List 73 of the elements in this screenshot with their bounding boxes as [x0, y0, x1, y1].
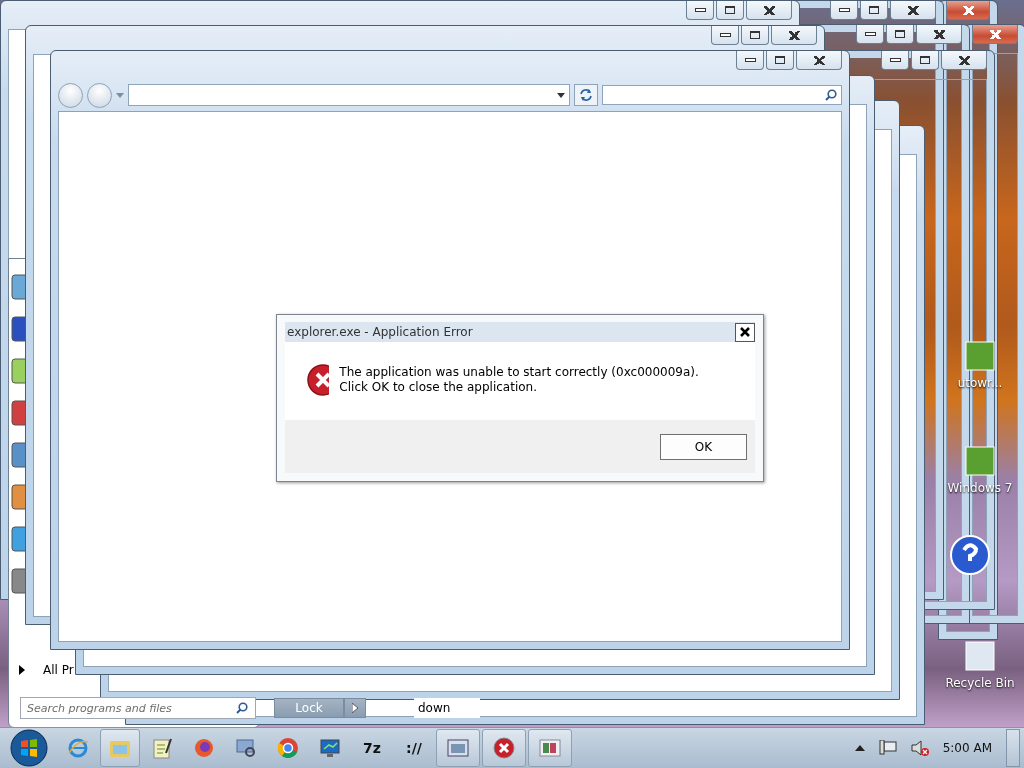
error-icon: [307, 364, 330, 396]
clock[interactable]: 5:00 AM: [942, 741, 992, 755]
minimize-button[interactable]: [881, 51, 909, 70]
start-button[interactable]: [8, 729, 50, 767]
program-icon[interactable]: [11, 525, 25, 553]
program-icon[interactable]: [11, 567, 25, 595]
arrow-icon: [19, 665, 25, 675]
close-icon: [739, 326, 751, 338]
taskbar-button[interactable]: ://: [394, 729, 434, 767]
maximize-button[interactable]: [860, 1, 888, 20]
arrow-button[interactable]: [344, 698, 366, 718]
minimize-button[interactable]: [856, 25, 884, 44]
taskbar-app-button[interactable]: [482, 729, 526, 767]
browser-icon: [67, 737, 89, 759]
search-field[interactable]: [602, 85, 842, 105]
maximize-button[interactable]: [886, 25, 914, 44]
ok-button[interactable]: OK: [660, 433, 747, 460]
monitor-icon: [319, 737, 341, 759]
taskbar-app-button[interactable]: [528, 729, 572, 767]
browser-icon: [193, 737, 215, 759]
browser-icon: [277, 737, 299, 759]
close-button[interactable]: [735, 322, 755, 342]
icon-label: Recycle Bin: [945, 676, 1015, 690]
remote-desktop-icon: [235, 737, 257, 759]
caret-icon: [116, 92, 124, 98]
minimize-button[interactable]: [711, 26, 739, 45]
recycle-bin-icon[interactable]: [962, 640, 998, 672]
dialog-title: explorer.exe - Application Error: [287, 325, 473, 339]
program-icon[interactable]: [11, 357, 25, 385]
search-icon: [825, 89, 837, 101]
program-icon[interactable]: [11, 315, 25, 343]
close-button[interactable]: [941, 51, 987, 70]
refresh-button[interactable]: [574, 84, 598, 106]
shortcut-icon[interactable]: [962, 340, 998, 372]
close-button[interactable]: [890, 1, 936, 20]
maximize-button[interactable]: [766, 51, 794, 70]
maximize-button[interactable]: [911, 51, 939, 70]
error-icon: [493, 737, 515, 759]
minimize-button[interactable]: [736, 51, 764, 70]
refresh-icon: [579, 89, 593, 101]
taskbar-app-button[interactable]: [436, 729, 480, 767]
minimize-button[interactable]: [686, 1, 714, 20]
folder-icon: [109, 738, 131, 758]
close-button[interactable]: [746, 1, 792, 20]
taskbar-button[interactable]: 7z: [352, 729, 392, 767]
program-icon[interactable]: [11, 399, 25, 427]
close-button[interactable]: [916, 25, 962, 44]
all-programs-link[interactable]: All Pr: [43, 663, 74, 677]
muted-speaker-icon[interactable]: [910, 740, 929, 756]
window-icon: [539, 738, 561, 758]
error-message: The application was unable to start correctly (0xc000009a). Click OK to close the application.: [339, 365, 700, 395]
maximize-button[interactable]: [716, 1, 744, 20]
search-field[interactable]: Search programs and files: [20, 697, 256, 719]
arrow-icon: [352, 703, 358, 713]
program-icon[interactable]: [11, 273, 25, 301]
network-icon[interactable]: [878, 740, 897, 756]
close-button[interactable]: [796, 51, 842, 70]
close-button[interactable]: [771, 26, 817, 45]
chevron-up-icon[interactable]: [854, 745, 865, 751]
icon-label: utowr...: [957, 376, 1003, 390]
search-icon: [236, 702, 248, 714]
shortcut-icon[interactable]: [962, 445, 998, 477]
windows-logo: [10, 729, 48, 767]
address-field[interactable]: [128, 84, 570, 106]
notepad-icon: [152, 737, 172, 759]
caret-icon: [557, 92, 565, 98]
program-icon[interactable]: [11, 483, 25, 511]
minimize-button[interactable]: [830, 1, 858, 20]
window-icon: [447, 738, 469, 758]
help-icon[interactable]: [950, 535, 990, 575]
program-icon[interactable]: [11, 441, 25, 469]
maximize-button[interactable]: [741, 26, 769, 45]
shutdown-label[interactable]: down: [414, 698, 481, 718]
